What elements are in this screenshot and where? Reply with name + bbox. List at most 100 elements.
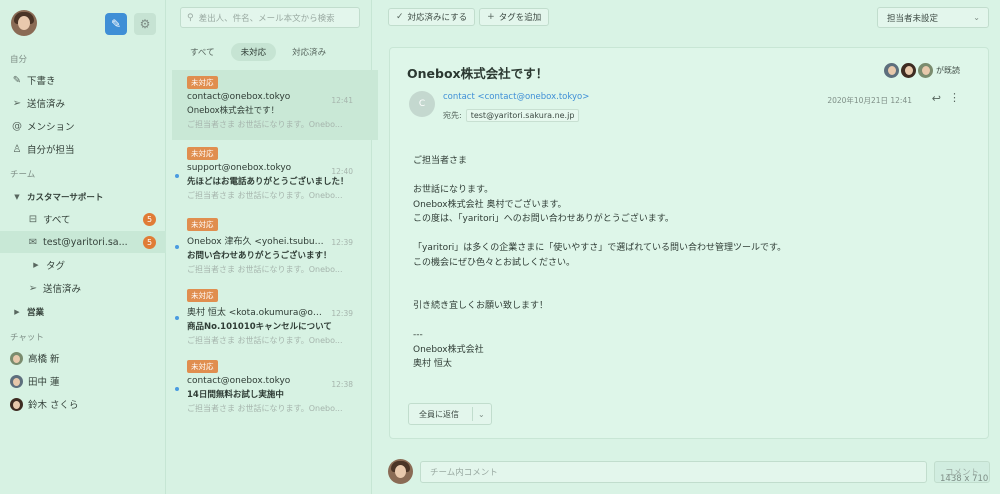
chevron-down-icon[interactable]: ⌄ [473, 410, 485, 419]
body-line [413, 270, 786, 285]
list-item[interactable]: 未対応 奥村 恒太 <kota.okumura@one... 商品No.1010… [172, 283, 378, 353]
team-comment-input[interactable]: チーム内コメント [420, 461, 927, 483]
chat-user-suzuki[interactable]: 鈴木 さくら [0, 393, 166, 415]
list-item[interactable]: 未対応 support@onebox.tokyo 先ほどはお電話ありがとうござい… [172, 141, 378, 211]
team-group-sales[interactable]: ▶ 営業 [0, 301, 166, 323]
sidebar-item-label: タグ [46, 261, 66, 272]
read-by-viewers: が既読 [882, 63, 960, 78]
message-from: support@onebox.tokyo [187, 163, 292, 173]
sidebar-item-label: 下書き [27, 76, 56, 87]
section-chat-label: チャット [10, 333, 44, 343]
check-icon: ✓ [396, 12, 404, 22]
body-line: Onebox株式会社 奥村でございます。 [413, 199, 567, 210]
search-placeholder: 差出人、件名、メール本文から検索 [198, 13, 335, 24]
message-time: 12:40 [331, 167, 353, 176]
chat-user-label: 田中 蓮 [28, 377, 60, 388]
unread-dot [175, 316, 179, 320]
sidebar: ✎ ⚙ 自分 ✎ 下書き ➢ 送信済み @ メンション ♙ 自分が担当 チーム … [0, 0, 166, 494]
team-group-label: カスタマーサポート [27, 193, 104, 203]
caret-right-icon: ▶ [14, 308, 20, 316]
tab-done[interactable]: 対応済み [282, 43, 336, 61]
sidebar-item-label: 送信済み [27, 99, 66, 110]
sidebar-item-all[interactable]: ⊟ すべて 5 [0, 208, 166, 230]
chat-user-label: 高橋 新 [28, 354, 60, 365]
mail-body: ご担当者さま お世話になります。 Onebox株式会社 奥村でございます。 この… [413, 154, 786, 372]
read-by-label: が既読 [936, 66, 960, 75]
unread-dot [175, 387, 179, 391]
sidebar-item-team-sent[interactable]: ➢ 送信済み [0, 277, 166, 299]
body-line: 奥村 恒太 [413, 359, 452, 369]
list-item[interactable]: 未対応 contact@onebox.tokyo 14日間無料お試し実施中 ご担… [172, 354, 378, 424]
dimensions-label: 1438 x 710 [940, 474, 989, 484]
body-line: この機会にぜひ色々とお試しください。 [413, 257, 576, 268]
chat-user-label: 鈴木 さくら [28, 400, 79, 411]
mail-card: Onebox株式会社です！ が既読 C contact <contact@one… [389, 47, 989, 439]
add-tag-button[interactable]: + タグを追加 [479, 8, 550, 26]
tab-all[interactable]: すべて [180, 43, 225, 61]
team-group-customer-support[interactable]: ▼ カスタマーサポート [0, 186, 166, 208]
body-line [413, 169, 786, 184]
sidebar-item-label: test@yaritori.sa... [43, 236, 128, 248]
body-line [413, 227, 786, 242]
user-avatar[interactable] [11, 10, 37, 36]
body-line: Onebox株式会社 [413, 344, 484, 355]
body-line [413, 314, 786, 329]
body-line: 「yaritori」は多くの企業さまに「使いやすさ」で選ばれている問い合わせ管理… [413, 243, 787, 253]
reply-all-label: 全員に返信 [419, 409, 459, 419]
sidebar-header: ✎ ⚙ [0, 0, 166, 48]
more-options-icon[interactable]: ⋮ [949, 91, 960, 104]
pencil-icon: ✎ [12, 74, 22, 86]
message-preview: ご担当者さま お世話になります。Onebo... [187, 191, 343, 200]
compose-button[interactable]: ✎ [105, 13, 127, 35]
body-line: 引き続き宜しくお願い致します！ [413, 301, 549, 311]
chat-user-takahashi[interactable]: 高橋 新 [0, 347, 166, 369]
sidebar-item-mentions[interactable]: @ メンション [0, 115, 166, 137]
sidebar-item-test-inbox[interactable]: ✉ test@yaritori.sa... 5 [0, 231, 166, 253]
settings-button[interactable]: ⚙ [134, 13, 156, 35]
assignee-select[interactable]: 担当者未設定 ⌄ [877, 7, 989, 28]
sidebar-item-tags[interactable]: ▶ タグ [0, 254, 166, 276]
unread-dot [175, 245, 179, 249]
message-preview: ご担当者さま お世話になります。Onebo... [187, 404, 343, 413]
at-icon: @ [12, 120, 22, 132]
message-from: contact@onebox.tokyo [187, 92, 291, 102]
list-item[interactable]: 未対応 Onebox 津布久 <yohei.tsubuk... お問い合わせあり… [172, 212, 378, 282]
recipient-row: 宛先: test@yaritori.sakura.ne.jp [443, 109, 580, 122]
plus-icon: + [487, 12, 495, 22]
sidebar-item-label: すべて [43, 215, 71, 226]
sidebar-item-drafts[interactable]: ✎ 下書き [0, 69, 166, 91]
reply-icon[interactable]: ↩ [932, 92, 941, 105]
assignee-value: 担当者未設定 [887, 13, 939, 24]
message-preview: ご担当者さま お世話になります。Onebo... [187, 265, 343, 274]
sidebar-item-assigned-to-me[interactable]: ♙ 自分が担当 [0, 138, 166, 160]
avatar [901, 63, 916, 78]
recipient-chip[interactable]: test@yaritori.sakura.ne.jp [465, 109, 580, 122]
message-preview: ご担当者さま お世話になります。Onebo... [187, 120, 343, 129]
mark-done-button[interactable]: ✓ 対応済みにする [388, 8, 476, 26]
message-subject: お問い合わせありがとうございます！ [187, 251, 332, 261]
tab-open[interactable]: 未対応 [230, 43, 277, 61]
message-subject: 先ほどはお電話ありがとうございました！ [187, 177, 349, 187]
list-item[interactable]: 未対応 contact@onebox.tokyo Onebox株式会社です！ ご… [172, 70, 378, 140]
message-subject: Onebox株式会社です！ [187, 106, 280, 116]
gear-icon: ⚙ [139, 17, 151, 31]
body-line: この度は、「yaritori」へのお問い合わせありがとうございます。 [413, 214, 674, 224]
status-tabs: すべて 未対応 対応済み [180, 43, 342, 61]
sidebar-item-label: メンション [27, 122, 75, 133]
search-input[interactable]: ⚲ 差出人、件名、メール本文から検索 [180, 7, 360, 28]
count-badge: 5 [143, 236, 156, 249]
avatar [10, 397, 23, 411]
mark-done-label: 対応済みにする [407, 13, 468, 23]
sidebar-item-label: 自分が担当 [27, 145, 75, 156]
message-time: 12:39 [331, 309, 353, 318]
message-from: 奥村 恒太 <kota.okumura@one... [187, 308, 327, 318]
message-time: 12:41 [331, 96, 353, 105]
sender-address[interactable]: contact <contact@onebox.tokyo> [443, 92, 589, 102]
mail-subject: Onebox株式会社です！ [407, 66, 549, 81]
section-team-label: チーム [10, 170, 36, 180]
detail-toolbar: ✓ 対応済みにする + タグを追加 [388, 8, 553, 26]
chat-user-tanaka[interactable]: 田中 蓮 [0, 370, 166, 392]
reply-all-button[interactable]: 全員に返信 ⌄ [408, 403, 492, 425]
sidebar-item-sent[interactable]: ➢ 送信済み [0, 92, 166, 114]
count-badge: 5 [143, 213, 156, 226]
